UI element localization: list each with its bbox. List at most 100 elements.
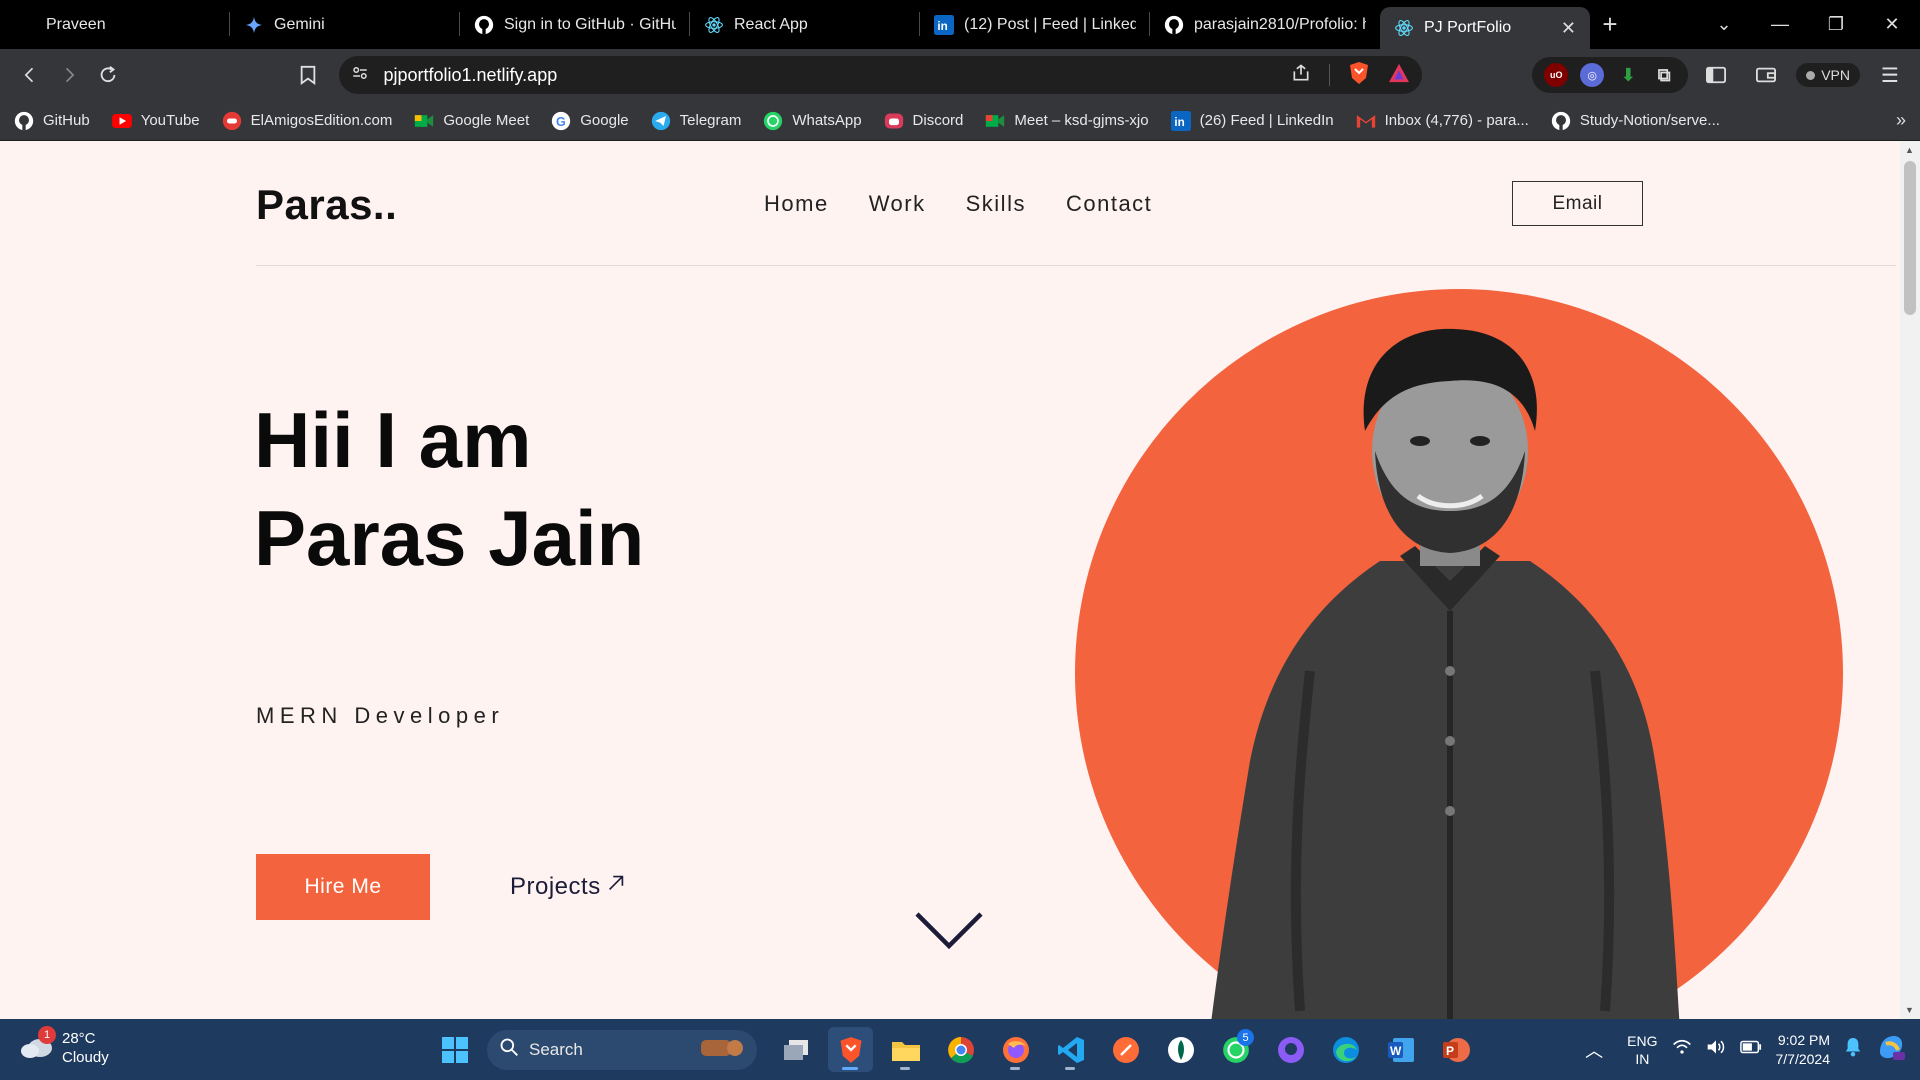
- sidebar-toggle-icon[interactable]: [1696, 55, 1736, 95]
- clock[interactable]: 9:02 PM 7/7/2024: [1776, 1031, 1831, 1069]
- download-arrow-icon[interactable]: ⬇: [1616, 63, 1640, 87]
- whatsapp-app-icon[interactable]: 5: [1213, 1027, 1258, 1072]
- bookmark-youtube[interactable]: YouTube: [111, 111, 200, 131]
- chrome-icon[interactable]: [938, 1027, 983, 1072]
- weather-alert-badge: 1: [38, 1026, 56, 1044]
- nav-home[interactable]: Home: [764, 191, 829, 217]
- whatsapp-icon: [763, 111, 783, 131]
- projects-link[interactable]: Projects: [510, 872, 627, 901]
- bookmark-label: Meet – ksd-gjms-xjo: [1014, 112, 1149, 129]
- svg-text:G: G: [556, 115, 566, 129]
- bookmark-meet-ksd[interactable]: Meet – ksd-gjms-xjo: [985, 111, 1149, 131]
- react-icon: [1394, 18, 1414, 38]
- back-icon[interactable]: [10, 55, 49, 95]
- page-scrollbar[interactable]: ▲ ▼: [1900, 141, 1920, 1019]
- header-divider: [256, 265, 1896, 266]
- scroll-down-arrow-icon[interactable]: ▼: [1905, 1005, 1914, 1015]
- brave-browser-icon[interactable]: [828, 1027, 873, 1072]
- show-hidden-icons-chevron-icon[interactable]: ︿: [1585, 1037, 1603, 1063]
- bookmark-telegram[interactable]: Telegram: [651, 111, 742, 131]
- taskbar-apps: Search 5 W P: [432, 1027, 1478, 1072]
- bookmark-gmail[interactable]: Inbox (4,776) - para...: [1356, 111, 1529, 131]
- site-logo[interactable]: Paras..: [256, 181, 397, 229]
- tab-react-app[interactable]: React App: [690, 0, 920, 49]
- more-bookmarks-icon[interactable]: »: [1896, 110, 1906, 131]
- bookmark-github[interactable]: GitHub: [14, 111, 90, 131]
- tab-search-chevron-icon[interactable]: ⌄: [1696, 0, 1752, 49]
- wallet-icon[interactable]: [1746, 55, 1786, 95]
- notification-bell-icon[interactable]: [1844, 1037, 1862, 1062]
- volume-icon[interactable]: [1706, 1038, 1726, 1061]
- windows-start-icon[interactable]: [432, 1027, 477, 1072]
- github-desktop-icon[interactable]: [1268, 1027, 1313, 1072]
- word-icon[interactable]: W: [1378, 1027, 1423, 1072]
- task-view-icon[interactable]: [773, 1027, 818, 1072]
- copilot-icon[interactable]: [1876, 1032, 1906, 1067]
- email-button[interactable]: Email: [1512, 181, 1643, 226]
- tab-pj-portfolio[interactable]: PJ PortFolio ✕: [1380, 7, 1590, 49]
- extension-swirl-icon[interactable]: ◎: [1580, 63, 1605, 87]
- site-info-icon[interactable]: [351, 64, 369, 87]
- share-icon[interactable]: [1291, 63, 1311, 88]
- gemini-icon: [244, 15, 264, 35]
- brave-shields-icon[interactable]: [1348, 61, 1370, 90]
- tab-praveen[interactable]: Praveen: [0, 0, 230, 49]
- tab-gemini[interactable]: Gemini: [230, 0, 460, 49]
- vpn-button[interactable]: VPN: [1796, 63, 1860, 87]
- bookmark-label: WhatsApp: [792, 112, 862, 129]
- ublock-icon[interactable]: uO: [1544, 63, 1569, 87]
- minimize-icon[interactable]: —: [1752, 0, 1808, 49]
- taskbar-search[interactable]: Search: [487, 1029, 757, 1070]
- bookmark-label: Discord: [912, 112, 964, 129]
- menu-icon[interactable]: ☰: [1870, 55, 1910, 95]
- bookmark-elamigos[interactable]: ElAmigosEdition.com: [222, 111, 392, 131]
- youtube-icon: [111, 111, 132, 131]
- scroll-down-chevron-icon[interactable]: [914, 911, 984, 956]
- headline-line-1: Hii I am: [254, 396, 532, 484]
- restore-icon[interactable]: ❐: [1808, 0, 1864, 49]
- weather-temp: 28°C: [62, 1030, 96, 1047]
- firefox-icon[interactable]: [993, 1027, 1038, 1072]
- bookmark-linkedin-feed[interactable]: in (26) Feed | LinkedIn: [1170, 110, 1334, 131]
- headline-line-2: Paras Jain: [254, 494, 645, 582]
- bookmark-label: Telegram: [679, 112, 742, 129]
- bookmark-label: (26) Feed | LinkedIn: [1199, 112, 1334, 129]
- browser-toolbar: pjportfolio1.netlify.app uO ◎ ⬇ ⧉ VPN ☰: [0, 49, 1920, 101]
- nav-skills[interactable]: Skills: [966, 191, 1026, 217]
- tab-title: parasjain2810/Profolio: h: [1194, 15, 1366, 33]
- scrollbar-thumb[interactable]: [1904, 161, 1916, 315]
- reload-icon[interactable]: [89, 55, 128, 95]
- bookmark-google[interactable]: G Google: [551, 111, 629, 131]
- close-tab-icon[interactable]: ✕: [1553, 18, 1576, 39]
- battery-icon[interactable]: [1739, 1040, 1762, 1059]
- hire-me-button[interactable]: Hire Me: [256, 854, 430, 920]
- tab-github-profolio[interactable]: parasjain2810/Profolio: h: [1150, 0, 1380, 49]
- bookmark-whatsapp[interactable]: WhatsApp: [763, 111, 862, 131]
- close-window-icon[interactable]: ✕: [1864, 0, 1920, 49]
- edge-icon[interactable]: [1323, 1027, 1368, 1072]
- bookmark-discord[interactable]: Discord: [884, 111, 964, 131]
- language-indicator[interactable]: ENG IN: [1627, 1032, 1657, 1068]
- bookmark-google-meet[interactable]: Google Meet: [414, 111, 529, 131]
- powerpoint-icon[interactable]: P: [1433, 1027, 1478, 1072]
- bookmark-study-notion[interactable]: Study-Notion/serve...: [1551, 111, 1720, 131]
- bookmark-icon[interactable]: [288, 55, 327, 95]
- nav-work[interactable]: Work: [869, 191, 926, 217]
- tab-github-signin[interactable]: Sign in to GitHub · GitHub: [460, 0, 690, 49]
- postman-icon[interactable]: [1103, 1027, 1148, 1072]
- address-bar[interactable]: pjportfolio1.netlify.app: [339, 56, 1423, 94]
- forward-icon[interactable]: [49, 55, 88, 95]
- vscode-icon[interactable]: [1048, 1027, 1093, 1072]
- wifi-icon[interactable]: [1672, 1039, 1692, 1060]
- mongodb-compass-icon[interactable]: [1158, 1027, 1203, 1072]
- tab-linkedin-post[interactable]: in (12) Post | Feed | LinkedIn: [920, 0, 1150, 49]
- puzzle-extensions-icon[interactable]: ⧉: [1652, 63, 1676, 87]
- url-text: pjportfolio1.netlify.app: [383, 64, 558, 85]
- scroll-up-arrow-icon[interactable]: ▲: [1905, 145, 1914, 155]
- bookmark-label: YouTube: [140, 112, 200, 129]
- brave-rewards-icon[interactable]: [1388, 63, 1410, 88]
- weather-widget[interactable]: 1 28°C Cloudy: [20, 1026, 109, 1067]
- new-tab-button[interactable]: +: [1590, 5, 1630, 45]
- nav-contact[interactable]: Contact: [1066, 191, 1152, 217]
- file-explorer-icon[interactable]: [883, 1027, 928, 1072]
